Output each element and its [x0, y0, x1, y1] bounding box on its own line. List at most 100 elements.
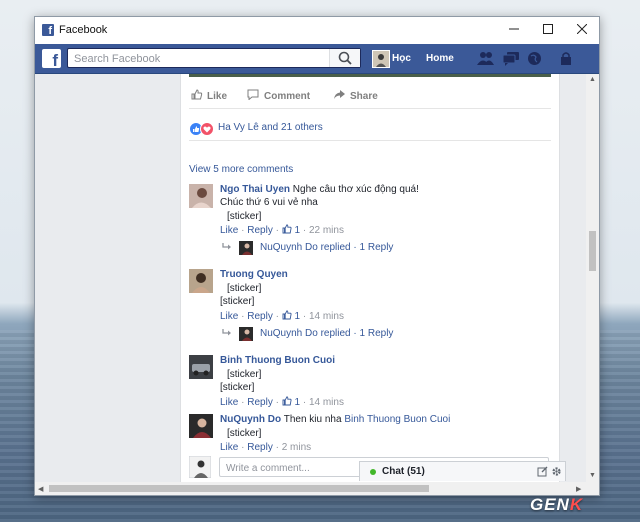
user-photo-icon: [239, 327, 253, 341]
reply-arrow-icon: [222, 243, 231, 250]
comment-avatar[interactable]: [189, 414, 213, 438]
reply-summary-text[interactable]: NuQuynh Do replied · 1 Reply: [260, 242, 393, 253]
post-actions: Like Comment Share: [189, 80, 551, 109]
vertical-scrollbar[interactable]: ▲ ▼: [586, 74, 599, 482]
comment-like-link[interactable]: Like: [220, 311, 238, 322]
search-icon: [338, 51, 352, 65]
profile-avatar[interactable]: [372, 50, 390, 68]
comment-time[interactable]: 22 mins: [309, 225, 344, 236]
user-photo-icon: [239, 241, 253, 255]
comment-reply-link[interactable]: Reply: [247, 225, 273, 236]
sticker: [sticker]: [227, 428, 262, 439]
messages-icon[interactable]: [502, 51, 520, 69]
friend-requests-icon[interactable]: [477, 51, 495, 69]
comment-like-link[interactable]: Like: [220, 225, 238, 236]
vertical-scroll-thumb[interactable]: [589, 231, 596, 271]
watermark-logo: GENK: [530, 495, 584, 514]
reply-summary-text[interactable]: NuQuynh Do replied · 1 Reply: [260, 328, 393, 339]
comment-avatar[interactable]: [189, 269, 213, 293]
maximize-button[interactable]: [531, 17, 565, 44]
reply-verb: replied: [320, 242, 351, 253]
reply-author: NuQuynh Do: [260, 242, 318, 253]
comment-time[interactable]: 14 mins: [309, 397, 344, 408]
home-link[interactable]: Home: [426, 53, 454, 64]
horizontal-scrollbar[interactable]: ◀ ▶: [35, 482, 599, 495]
sticker: [sticker]: [227, 369, 262, 380]
search-button[interactable]: [329, 49, 360, 67]
new-message-icon[interactable]: [537, 466, 548, 477]
sticker: [sticker]: [227, 283, 262, 294]
facebook-logo[interactable]: f: [42, 49, 61, 68]
comment-reply-link[interactable]: Reply: [247, 442, 273, 453]
reply-count: 1 Reply: [359, 328, 394, 339]
scroll-down-arrow-icon[interactable]: ▼: [589, 472, 596, 479]
comment-text: Then kiu nha: [283, 414, 342, 425]
comment-action[interactable]: Comment: [247, 89, 310, 102]
comment-meta: Like · Reply · 1 · 14 mins: [220, 396, 344, 408]
replies-summary[interactable]: [222, 242, 238, 253]
comment-text: [sticker]: [220, 296, 255, 307]
reply-arrow-icon: [222, 329, 231, 336]
comment-like-count[interactable]: 1: [295, 311, 301, 322]
comment-author-link[interactable]: Ngo Thai Uyen: [220, 184, 290, 195]
thumbs-up-icon: [191, 89, 203, 100]
window-title: Facebook: [59, 24, 108, 36]
notifications-globe-icon[interactable]: [527, 51, 542, 69]
share-action-label: Share: [350, 91, 378, 102]
love-reaction-icon: [200, 122, 214, 136]
reply-avatar[interactable]: [239, 241, 253, 255]
scroll-left-arrow-icon[interactable]: ◀: [38, 485, 43, 493]
share-icon: [334, 90, 345, 99]
view-more-comments-link[interactable]: View 5 more comments: [189, 164, 293, 175]
divider: [189, 140, 551, 141]
gear-icon[interactable]: [551, 466, 562, 477]
chat-bar[interactable]: Chat (51): [359, 461, 566, 481]
comment-reply-link[interactable]: Reply: [247, 311, 273, 322]
comment-like-count[interactable]: 1: [295, 397, 301, 408]
comment-meta: Like · Reply · 1 · 22 mins: [220, 224, 344, 236]
facebook-app-icon: f: [42, 24, 54, 36]
comment-text: Nghe câu thơ xúc động quá!: [292, 184, 419, 195]
reactions-text: Ha Vy Lê and 21 others: [218, 122, 323, 133]
comment-author-link[interactable]: NuQuynh Do: [220, 414, 281, 425]
window-titlebar: f Facebook: [35, 17, 599, 44]
online-status-dot: [370, 469, 376, 475]
replies-summary[interactable]: [222, 328, 232, 339]
comment-body: Ngo Thai Uyen Nghe câu thơ xúc động quá!: [220, 183, 419, 196]
post-image-edge: [189, 74, 551, 77]
chat-label: Chat (51): [382, 466, 425, 477]
comment-text: [sticker]: [220, 382, 255, 393]
comment-like-link[interactable]: Like: [220, 397, 238, 408]
like-action[interactable]: Like: [191, 89, 227, 102]
horizontal-scroll-thumb[interactable]: [49, 485, 429, 492]
comment-action-label: Comment: [264, 91, 311, 102]
comment-time[interactable]: 2 mins: [282, 442, 311, 453]
comment-text-line2: Chúc thứ 6 vui vẻ nha: [220, 197, 318, 208]
comment-like-link[interactable]: Like: [220, 442, 238, 453]
comment-body: NuQuynh Do Then kiu nha Binh Thuong Buon…: [220, 413, 450, 426]
reply-author: NuQuynh Do: [260, 328, 318, 339]
sticker: [sticker]: [227, 211, 262, 222]
comment-author-link[interactable]: Binh Thuong Buon Cuoi: [220, 354, 335, 367]
reactions-summary[interactable]: Ha Vy Lê and 21 others: [189, 119, 551, 139]
comment-like-count[interactable]: 1: [295, 225, 301, 236]
comment-avatar[interactable]: [189, 355, 213, 379]
search-input[interactable]: [72, 51, 326, 67]
user-photo-icon: [189, 355, 213, 379]
privacy-lock-icon[interactable]: [559, 51, 573, 69]
small-like-icon: [282, 396, 292, 406]
reply-avatar[interactable]: [239, 327, 253, 341]
comment-avatar[interactable]: [189, 184, 213, 208]
share-action[interactable]: Share: [333, 89, 378, 102]
minimize-button[interactable]: [497, 17, 531, 44]
profile-name-link[interactable]: Học: [392, 53, 411, 64]
close-button[interactable]: [565, 17, 599, 44]
mention-link[interactable]: Binh Thuong Buon Cuoi: [344, 414, 450, 425]
comment-time[interactable]: 14 mins: [309, 311, 344, 322]
comment-reply-link[interactable]: Reply: [247, 397, 273, 408]
scroll-up-arrow-icon[interactable]: ▲: [589, 76, 596, 83]
search-box: [67, 48, 361, 68]
scroll-right-arrow-icon[interactable]: ▶: [576, 485, 581, 493]
small-like-icon: [282, 310, 292, 320]
comment-author-link[interactable]: Truong Quyen: [220, 268, 288, 281]
